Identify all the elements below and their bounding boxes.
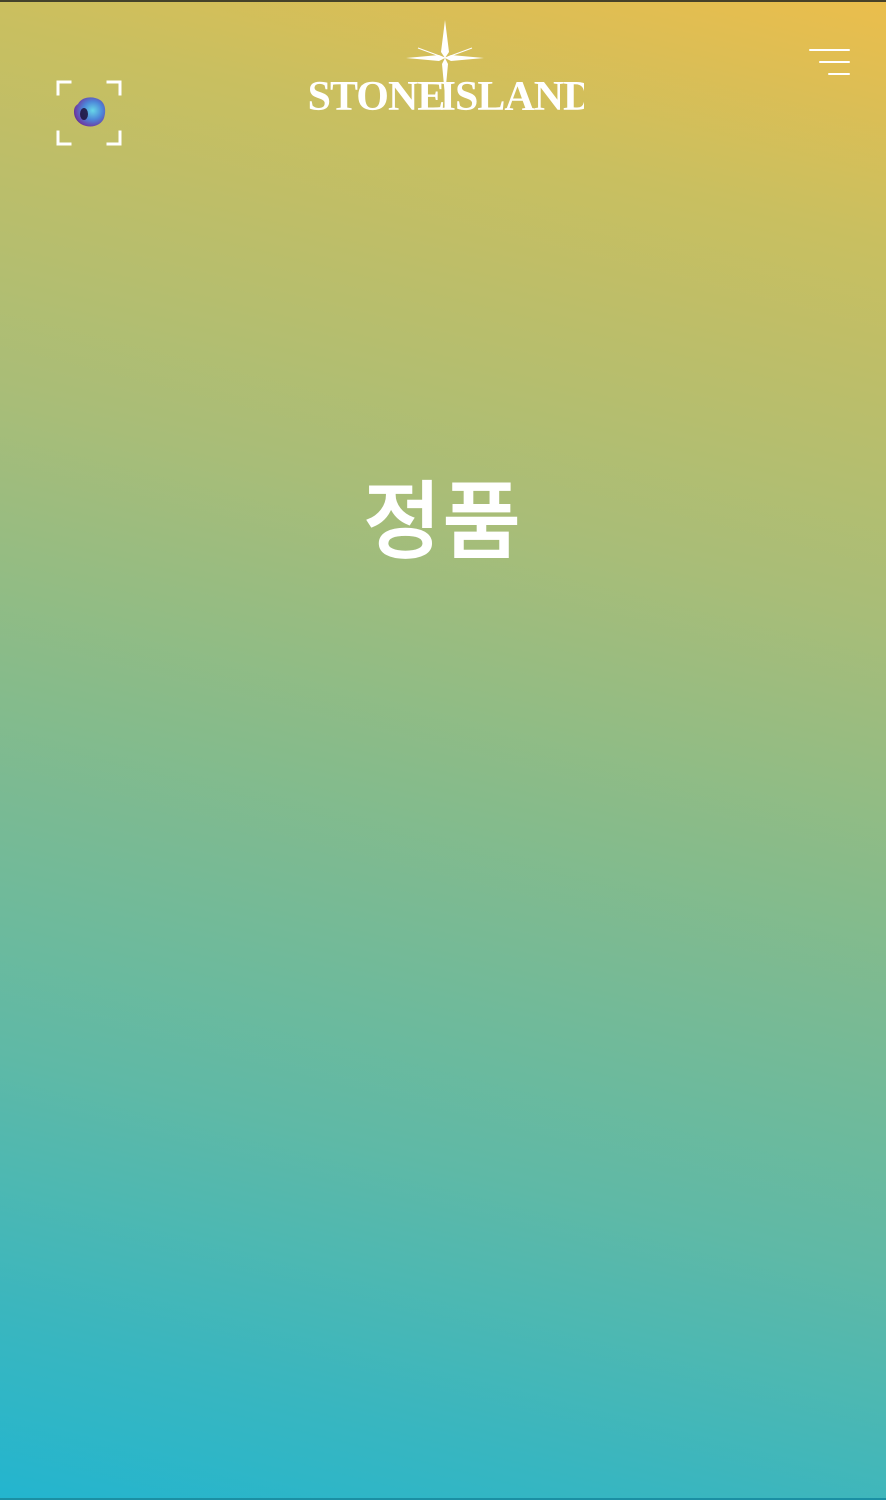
logo-text-stone: STONE: [308, 74, 445, 118]
menu-line-middle: [819, 61, 850, 63]
menu-line-bottom: [828, 73, 850, 75]
ar-scan-icon: [56, 80, 122, 146]
compass-rose-logo-icon: STONE ISLAND: [308, 20, 584, 118]
scan-button[interactable]: [52, 76, 126, 150]
top-divider: [0, 0, 886, 2]
menu-button[interactable]: [800, 40, 858, 84]
menu-line-top: [809, 49, 850, 51]
app-screen: STONE ISLAND 정품: [0, 0, 886, 1500]
brand-logo[interactable]: STONE ISLAND: [306, 18, 584, 118]
logo-text-island: ISLAND: [440, 74, 584, 118]
page-title: 정품: [363, 473, 523, 571]
